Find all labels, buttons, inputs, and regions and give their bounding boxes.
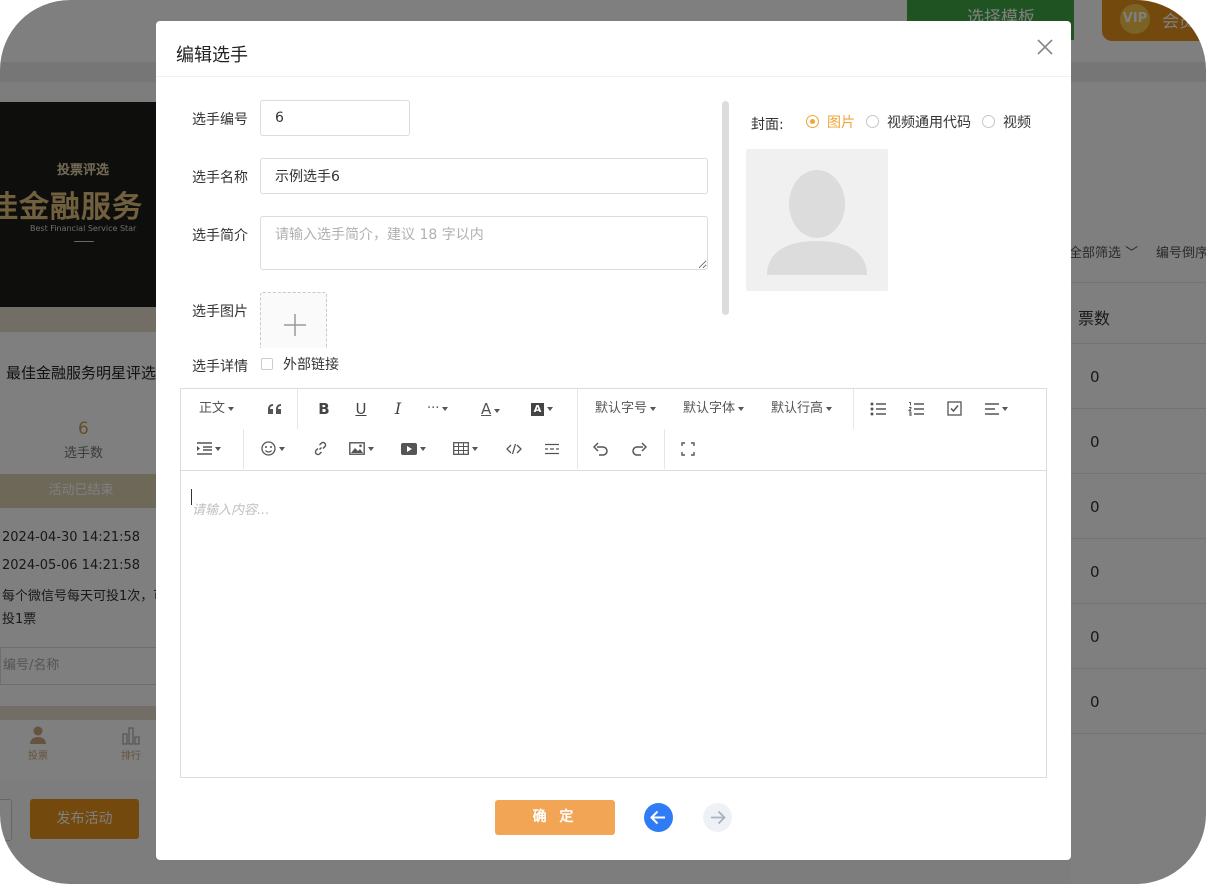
toolbar-separator [297, 389, 298, 429]
emoji-dropdown[interactable] [261, 436, 285, 462]
detail-label: 选手详情 [192, 359, 248, 375]
editor-placeholder: 请输入内容... [192, 503, 270, 518]
image-dropdown[interactable] [349, 436, 374, 462]
form-scrollbar[interactable] [722, 101, 729, 315]
more-icon: ··· [427, 401, 440, 416]
font-color-icon: A [481, 400, 492, 418]
table-icon [453, 442, 469, 455]
intro-textarea[interactable] [260, 216, 708, 270]
redo-icon[interactable] [630, 436, 648, 462]
italic-icon[interactable]: I [389, 396, 407, 422]
table-dropdown[interactable] [453, 436, 478, 462]
toolbar-separator [243, 429, 244, 469]
editor-content-area[interactable]: 请输入内容... [181, 470, 1046, 777]
font-family-dropdown[interactable]: 默认字体 [683, 396, 745, 422]
toolbar-separator [664, 429, 665, 469]
link-icon[interactable] [311, 436, 329, 462]
code-icon[interactable] [505, 436, 523, 462]
undo-icon[interactable] [592, 436, 610, 462]
arrow-left-icon [650, 810, 665, 825]
cover-label: 封面: [751, 117, 784, 133]
image-icon [349, 442, 365, 455]
editor-toolbar: 正文 B U I ··· A A 默认字号 默认字体 默认行高 [181, 389, 1046, 471]
external-link-label: 外部链接 [283, 357, 339, 373]
indent-icon [197, 442, 212, 455]
emoji-icon [261, 441, 276, 456]
font-size-label: 默认字号 [595, 401, 648, 416]
cover-preview [746, 149, 888, 291]
cover-option-video[interactable]: 视频 [1003, 112, 1031, 132]
quote-icon[interactable] [265, 396, 285, 422]
font-size-dropdown[interactable]: 默认字号 [595, 396, 657, 422]
name-field[interactable] [260, 158, 708, 194]
more-styles-dropdown[interactable]: ··· [427, 396, 449, 422]
divider-icon[interactable] [543, 436, 561, 462]
intro-label: 选手简介 [192, 228, 248, 244]
user-silhouette-icon [767, 170, 867, 275]
indent-dropdown[interactable] [197, 436, 221, 462]
align-icon [985, 402, 999, 415]
number-field[interactable] [260, 100, 410, 136]
cover-option-video-code[interactable]: 视频通用代码 [887, 112, 971, 132]
numbered-list-icon[interactable] [907, 396, 925, 422]
cover-radio-image[interactable] [806, 115, 819, 128]
align-dropdown[interactable] [985, 396, 1008, 422]
checklist-icon[interactable] [945, 396, 963, 422]
cover-radio-video-code[interactable] [866, 115, 879, 128]
cover-option-image[interactable]: 图片 [827, 112, 855, 132]
previous-player-button[interactable] [644, 803, 673, 832]
toolbar-separator [853, 389, 854, 429]
arrow-right-icon [711, 810, 726, 825]
fullscreen-icon[interactable] [679, 436, 697, 462]
rich-text-editor: 正文 B U I ··· A A 默认字号 默认字体 默认行高 请输入内容... [180, 388, 1047, 778]
confirm-button[interactable]: 确 定 [495, 800, 615, 835]
plus-icon [284, 314, 306, 336]
dialog-header: 编辑选手 [156, 21, 1071, 77]
number-label: 选手编号 [192, 112, 248, 128]
app-frame: 选择模板 VIP 会员 投票评选 佳金融服务 Best Financial Se… [0, 0, 1206, 884]
video-icon [401, 442, 417, 455]
close-icon[interactable] [1035, 37, 1055, 57]
next-player-button[interactable] [703, 803, 732, 832]
image-label: 选手图片 [192, 304, 248, 320]
toolbar-separator [577, 429, 578, 469]
name-label: 选手名称 [192, 170, 248, 186]
font-family-label: 默认字体 [683, 401, 736, 416]
edit-player-dialog: 编辑选手 选手编号 选手名称 选手简介 选手图片 选手详情 外部链接 封面: 图… [156, 21, 1071, 860]
paragraph-label: 正文 [199, 401, 226, 416]
image-upload-button[interactable] [260, 292, 327, 348]
underline-icon[interactable]: U [352, 396, 370, 422]
video-dropdown[interactable] [401, 436, 426, 462]
bold-icon[interactable]: B [315, 396, 333, 422]
font-color-dropdown[interactable]: A [481, 396, 501, 422]
line-height-dropdown[interactable]: 默认行高 [771, 396, 833, 422]
cover-radio-video[interactable] [982, 115, 995, 128]
external-link-checkbox[interactable] [261, 358, 273, 370]
bullet-list-icon[interactable] [869, 396, 887, 422]
background-color-dropdown[interactable]: A [531, 396, 553, 422]
toolbar-separator [577, 389, 578, 429]
line-height-label: 默认行高 [771, 401, 824, 416]
paragraph-dropdown[interactable]: 正文 [199, 396, 235, 422]
dialog-title: 编辑选手 [176, 45, 248, 66]
background-color-icon: A [531, 403, 544, 416]
